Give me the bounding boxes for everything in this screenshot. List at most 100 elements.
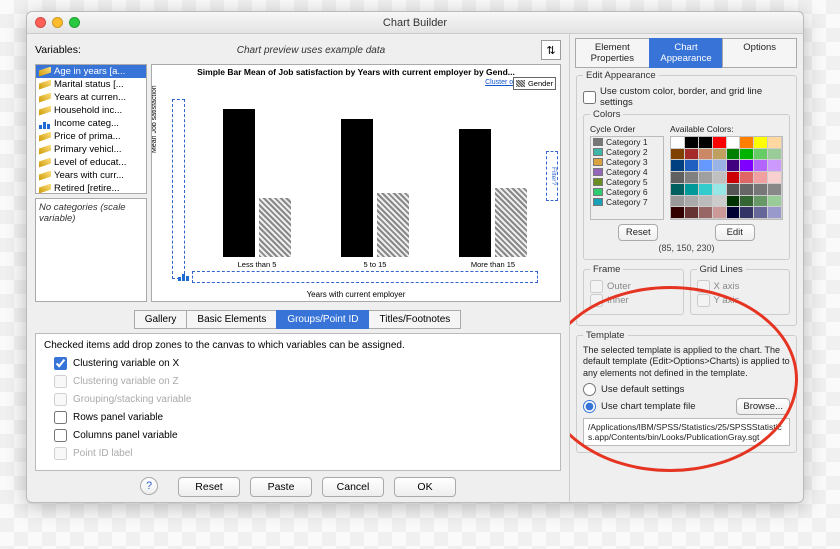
reset-button[interactable]: Reset [178,477,240,497]
legend-box[interactable]: Gender [513,77,556,90]
palette-cell[interactable] [727,184,741,196]
palette-cell[interactable] [699,196,713,208]
zoom-icon[interactable] [69,17,80,28]
check-grid-y[interactable]: Y axis [697,294,784,307]
check-cols-panel[interactable]: Columns panel variable [54,429,552,442]
palette-cell[interactable] [671,160,685,172]
radio-use-default[interactable]: Use default settings [583,383,790,396]
variable-item[interactable]: Income categ... [36,117,146,130]
check-cluster-x[interactable]: Clustering variable on X [54,357,552,370]
cycle-item[interactable]: Category 7 [591,197,663,207]
palette-cell[interactable] [740,207,754,219]
palette-cell[interactable] [740,172,754,184]
variable-item[interactable]: Household inc... [36,104,146,117]
palette-cell[interactable] [699,184,713,196]
palette-cell[interactable] [713,207,727,219]
palette-cell[interactable] [713,196,727,208]
tab-groups-point-id[interactable]: Groups/Point ID [276,310,369,329]
palette-cell[interactable] [685,137,699,149]
palette-cell[interactable] [754,184,768,196]
palette-cell[interactable] [740,160,754,172]
chart-canvas[interactable]: Simple Bar Mean of Job satisfaction by Y… [151,64,561,302]
variable-item[interactable]: Primary vehicl... [36,143,146,156]
palette-cell[interactable] [727,172,741,184]
palette-cell[interactable] [727,196,741,208]
y-axis-dropzone[interactable] [172,99,185,279]
cycle-reset-button[interactable]: Reset [618,224,658,241]
tab-chart-appearance[interactable]: Chart Appearance [649,38,724,68]
palette-cell[interactable] [754,172,768,184]
palette-cell[interactable] [671,184,685,196]
x-axis-dropzone[interactable] [192,271,538,283]
palette-cell[interactable] [727,207,741,219]
minimize-icon[interactable] [52,17,63,28]
palette-cell[interactable] [740,149,754,161]
palette-cell[interactable] [740,137,754,149]
radio-use-template-file[interactable]: Use chart template file [583,400,730,413]
bar[interactable] [259,198,291,257]
tab-basic-elements[interactable]: Basic Elements [186,310,277,329]
bar[interactable] [341,119,373,257]
check-frame-inner[interactable]: Inner [590,294,677,307]
color-palette[interactable] [670,136,783,220]
palette-cell[interactable] [740,184,754,196]
paste-button[interactable]: Paste [250,477,312,497]
palette-cell[interactable] [699,207,713,219]
cycle-item[interactable]: Category 1 [591,137,663,147]
palette-cell[interactable] [740,196,754,208]
bar[interactable] [459,129,491,257]
palette-cell[interactable] [754,160,768,172]
palette-cell[interactable] [713,137,727,149]
cycle-order-list[interactable]: Category 1Category 2Category 3Category 4… [590,136,664,220]
tab-titles-footnotes[interactable]: Titles/Footnotes [368,310,461,329]
variable-item[interactable]: Level of educat... [36,156,146,169]
palette-cell[interactable] [699,137,713,149]
palette-cell[interactable] [754,137,768,149]
bar[interactable] [495,188,527,257]
variable-item[interactable]: Years at curren... [36,91,146,104]
cycle-item[interactable]: Category 4 [591,167,663,177]
palette-cell[interactable] [727,149,741,161]
palette-cell[interactable] [685,196,699,208]
variable-item[interactable]: Age in years [a... [36,65,146,78]
palette-cell[interactable] [685,207,699,219]
palette-cell[interactable] [768,137,782,149]
palette-cell[interactable] [754,149,768,161]
bar[interactable] [377,193,409,257]
variable-item[interactable]: Marital status [... [36,78,146,91]
tab-options[interactable]: Options [722,38,797,68]
palette-cell[interactable] [685,184,699,196]
palette-cell[interactable] [768,160,782,172]
palette-cell[interactable] [685,172,699,184]
palette-cell[interactable] [699,160,713,172]
palette-cell[interactable] [713,160,727,172]
variable-item[interactable]: Retired [retire... [36,182,146,194]
variables-list[interactable]: Age in years [a...Marital status [...Yea… [35,64,147,194]
tab-element-properties[interactable]: Element Properties [575,38,650,68]
palette-cell[interactable] [685,149,699,161]
palette-cell[interactable] [713,184,727,196]
palette-cell[interactable] [754,196,768,208]
color-edit-button[interactable]: Edit [715,224,755,241]
palette-cell[interactable] [671,172,685,184]
close-icon[interactable] [35,17,46,28]
palette-cell[interactable] [713,149,727,161]
cancel-button[interactable]: Cancel [322,477,384,497]
palette-cell[interactable] [671,196,685,208]
palette-cell[interactable] [768,172,782,184]
check-rows-panel[interactable]: Rows panel variable [54,411,552,424]
palette-cell[interactable] [671,207,685,219]
swap-axes-button[interactable]: ⇅ [541,40,561,60]
palette-cell[interactable] [699,172,713,184]
ok-button[interactable]: OK [394,477,456,497]
cycle-item[interactable]: Category 2 [591,147,663,157]
check-grid-x[interactable]: X axis [697,280,784,293]
variable-item[interactable]: Price of prima... [36,130,146,143]
browse-button[interactable]: Browse... [736,398,790,415]
categories-box[interactable]: No categories (scale variable) [35,198,147,302]
palette-cell[interactable] [768,196,782,208]
tab-gallery[interactable]: Gallery [134,310,188,329]
cycle-item[interactable]: Category 6 [591,187,663,197]
help-button[interactable]: ? [140,477,158,495]
cycle-item[interactable]: Category 5 [591,177,663,187]
